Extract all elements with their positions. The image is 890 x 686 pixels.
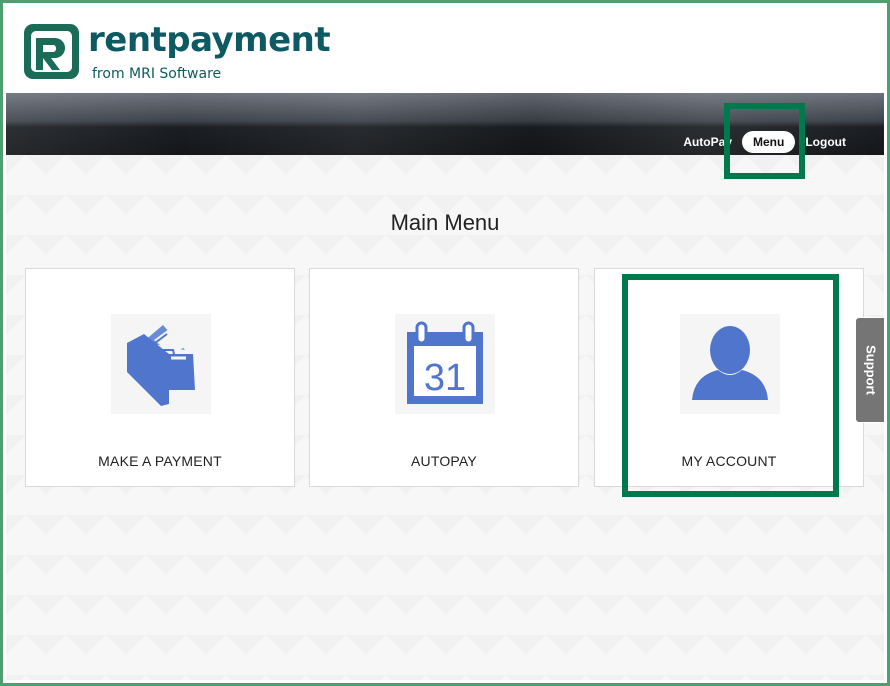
card-label: MY ACCOUNT bbox=[681, 453, 777, 469]
icon-tile bbox=[111, 314, 211, 414]
autopay-card[interactable]: 31 AUTOPAY bbox=[309, 268, 579, 487]
support-tab[interactable]: Support bbox=[855, 317, 884, 423]
wallet-icon bbox=[127, 325, 195, 406]
page-title: Main Menu bbox=[390, 210, 500, 235]
card-label: MAKE A PAYMENT bbox=[98, 453, 222, 469]
my-account-card[interactable]: MY ACCOUNT bbox=[594, 268, 864, 487]
nav-item-logout[interactable]: Logout bbox=[797, 131, 854, 153]
site-header: rentpayment from MRI Software bbox=[6, 6, 884, 93]
user-icon bbox=[692, 326, 768, 400]
page-content: rentpayment from MRI Software AutoPay Me… bbox=[6, 6, 884, 680]
icon-tile bbox=[680, 314, 780, 414]
support-label: Support bbox=[863, 345, 879, 395]
brand-name: rentpayment bbox=[88, 20, 331, 60]
top-nav: AutoPay Menu Logout bbox=[675, 130, 854, 154]
page-frame: rentpayment from MRI Software AutoPay Me… bbox=[0, 0, 890, 686]
calendar-icon: 31 bbox=[407, 321, 483, 404]
calendar-day-text: 31 bbox=[424, 357, 466, 399]
make-a-payment-card[interactable]: MAKE A PAYMENT bbox=[25, 268, 295, 487]
nav-item-autopay[interactable]: AutoPay bbox=[675, 131, 740, 153]
rentpayment-logo-icon[interactable] bbox=[24, 24, 79, 79]
card-label: AUTOPAY bbox=[411, 453, 477, 469]
icon-tile: 31 bbox=[395, 314, 495, 414]
nav-item-menu[interactable]: Menu bbox=[742, 131, 796, 153]
brand-subtitle: from MRI Software bbox=[92, 66, 222, 82]
